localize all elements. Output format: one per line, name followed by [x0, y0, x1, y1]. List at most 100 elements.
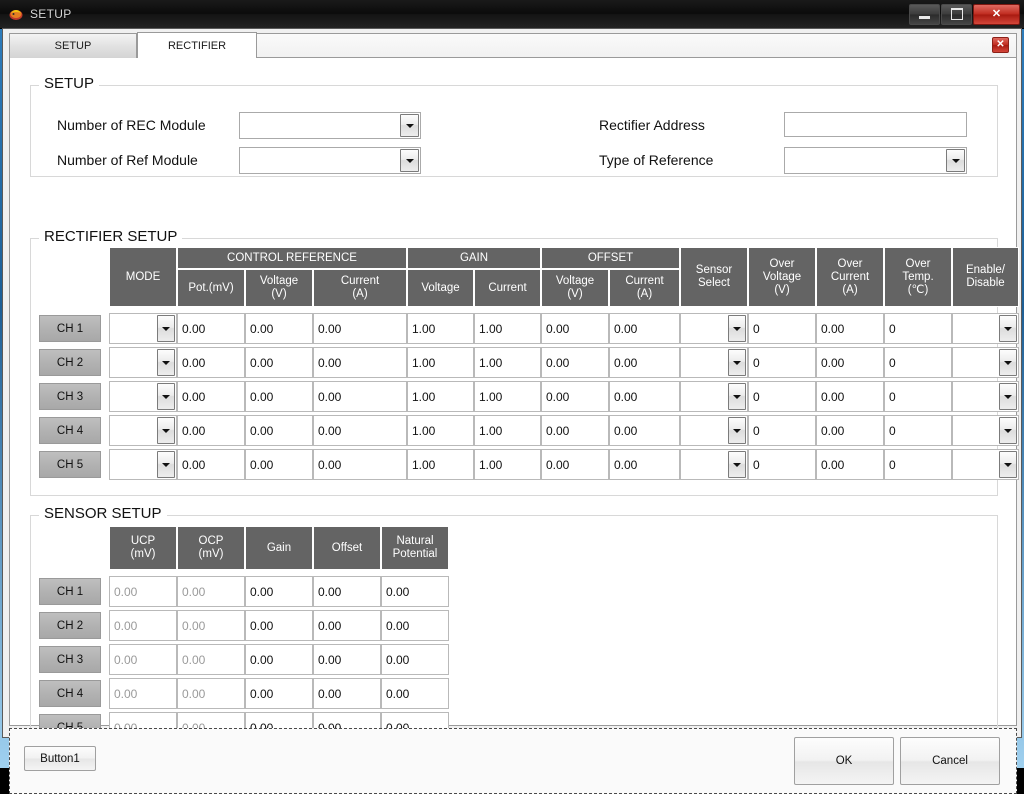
rectifier-row-1-channel-button[interactable]: CH 1	[39, 315, 101, 342]
rectifier-row-5-enable-select[interactable]	[952, 449, 1019, 480]
rectifier-row-5-off-voltage-input[interactable]: 0.00	[541, 449, 609, 480]
rectifier-row-1-pot-mv-input[interactable]: 0.00	[177, 313, 245, 344]
chevron-down-icon[interactable]	[157, 315, 175, 342]
rectifier-row-4-off-voltage-input[interactable]: 0.00	[541, 415, 609, 446]
rectifier-row-5-channel-button[interactable]: CH 5	[39, 451, 101, 478]
rectifier-row-4-channel-button[interactable]: CH 4	[39, 417, 101, 444]
sensor-row-1-ocp-input[interactable]: 0.00	[177, 576, 245, 607]
chevron-down-icon[interactable]	[157, 417, 175, 444]
sensor-row-2-ucp-input[interactable]: 0.00	[109, 610, 177, 641]
rectifier-row-1-cr-voltage-input[interactable]: 0.00	[245, 313, 313, 344]
rectifier-row-4-gain-current-input[interactable]: 1.00	[474, 415, 541, 446]
sensor-row-2-channel-button[interactable]: CH 2	[39, 612, 101, 639]
rectifier-row-2-mode-select[interactable]	[109, 347, 177, 378]
rectifier-row-5-gain-current-input[interactable]: 1.00	[474, 449, 541, 480]
rectifier-row-2-over-temp-input[interactable]: 0	[884, 347, 952, 378]
rectifier-row-2-over-voltage-input[interactable]: 0	[748, 347, 816, 378]
rectifier-row-5-over-current-input[interactable]: 0.00	[816, 449, 884, 480]
rectifier-row-2-cr-voltage-input[interactable]: 0.00	[245, 347, 313, 378]
sensor-row-4-ucp-input[interactable]: 0.00	[109, 678, 177, 709]
rectifier-row-4-over-temp-input[interactable]: 0	[884, 415, 952, 446]
rectifier-row-3-cr-current-input[interactable]: 0.00	[313, 381, 407, 412]
rectifier-row-5-cr-current-input[interactable]: 0.00	[313, 449, 407, 480]
rectifier-row-5-pot-mv-input[interactable]: 0.00	[177, 449, 245, 480]
rectifier-row-4-pot-mv-input[interactable]: 0.00	[177, 415, 245, 446]
sensor-row-4-offset-input[interactable]: 0.00	[313, 678, 381, 709]
chevron-down-icon[interactable]	[999, 383, 1017, 410]
rectifier-row-1-gain-current-input[interactable]: 1.00	[474, 313, 541, 344]
rectifier-row-3-pot-mv-input[interactable]: 0.00	[177, 381, 245, 412]
chevron-down-icon[interactable]	[728, 349, 746, 376]
tab-setup[interactable]: SETUP	[9, 33, 137, 58]
rectifier-row-3-enable-select[interactable]	[952, 381, 1019, 412]
sensor-row-1-ucp-input[interactable]: 0.00	[109, 576, 177, 607]
rectifier-row-4-mode-select[interactable]	[109, 415, 177, 446]
rectifier-row-3-off-voltage-input[interactable]: 0.00	[541, 381, 609, 412]
chevron-down-icon[interactable]	[946, 149, 965, 172]
chevron-down-icon[interactable]	[157, 349, 175, 376]
rectifier-row-5-over-voltage-input[interactable]: 0	[748, 449, 816, 480]
rectifier-row-3-over-current-input[interactable]: 0.00	[816, 381, 884, 412]
rectifier-row-1-enable-select[interactable]	[952, 313, 1019, 344]
chevron-down-icon[interactable]	[728, 315, 746, 342]
rectifier-row-1-gain-voltage-input[interactable]: 1.00	[407, 313, 474, 344]
rectifier-row-5-off-current-input[interactable]: 0.00	[609, 449, 680, 480]
sensor-row-4-ocp-input[interactable]: 0.00	[177, 678, 245, 709]
rectifier-row-1-off-current-input[interactable]: 0.00	[609, 313, 680, 344]
maximize-button[interactable]	[941, 3, 972, 25]
tab-close-icon[interactable]: ✕	[992, 37, 1009, 53]
rectifier-row-4-off-current-input[interactable]: 0.00	[609, 415, 680, 446]
rectifier-row-4-cr-voltage-input[interactable]: 0.00	[245, 415, 313, 446]
rectifier-row-1-over-temp-input[interactable]: 0	[884, 313, 952, 344]
minimize-button[interactable]	[909, 3, 940, 25]
rectifier-row-2-gain-voltage-input[interactable]: 1.00	[407, 347, 474, 378]
sensor-row-4-natural-potential-input[interactable]: 0.00	[381, 678, 449, 709]
sensor-row-1-natural-potential-input[interactable]: 0.00	[381, 576, 449, 607]
rectifier-row-2-over-current-input[interactable]: 0.00	[816, 347, 884, 378]
rectifier-address-input[interactable]	[784, 112, 967, 137]
rectifier-row-2-off-current-input[interactable]: 0.00	[609, 347, 680, 378]
rectifier-row-3-cr-voltage-input[interactable]: 0.00	[245, 381, 313, 412]
rectifier-row-1-off-voltage-input[interactable]: 0.00	[541, 313, 609, 344]
rectifier-row-4-gain-voltage-input[interactable]: 1.00	[407, 415, 474, 446]
type-of-reference-select[interactable]	[784, 147, 967, 174]
chevron-down-icon[interactable]	[400, 114, 419, 137]
sensor-row-2-ocp-input[interactable]: 0.00	[177, 610, 245, 641]
rectifier-row-5-gain-voltage-input[interactable]: 1.00	[407, 449, 474, 480]
sensor-row-3-channel-button[interactable]: CH 3	[39, 646, 101, 673]
sensor-row-4-gain-input[interactable]: 0.00	[245, 678, 313, 709]
rectifier-row-5-sensor-select-select[interactable]	[680, 449, 748, 480]
rectifier-row-2-enable-select[interactable]	[952, 347, 1019, 378]
rectifier-row-2-sensor-select-select[interactable]	[680, 347, 748, 378]
rectifier-row-3-mode-select[interactable]	[109, 381, 177, 412]
rectifier-row-2-channel-button[interactable]: CH 2	[39, 349, 101, 376]
sensor-row-3-ucp-input[interactable]: 0.00	[109, 644, 177, 675]
chevron-down-icon[interactable]	[728, 383, 746, 410]
sensor-row-3-offset-input[interactable]: 0.00	[313, 644, 381, 675]
rectifier-row-5-over-temp-input[interactable]: 0	[884, 449, 952, 480]
rectifier-row-2-pot-mv-input[interactable]: 0.00	[177, 347, 245, 378]
chevron-down-icon[interactable]	[999, 349, 1017, 376]
chevron-down-icon[interactable]	[999, 315, 1017, 342]
sensor-row-2-offset-input[interactable]: 0.00	[313, 610, 381, 641]
rectifier-row-3-over-temp-input[interactable]: 0	[884, 381, 952, 412]
rectifier-row-1-mode-select[interactable]	[109, 313, 177, 344]
rectifier-row-4-over-current-input[interactable]: 0.00	[816, 415, 884, 446]
chevron-down-icon[interactable]	[999, 417, 1017, 444]
number-of-rec-module-select[interactable]	[239, 112, 421, 139]
chevron-down-icon[interactable]	[728, 417, 746, 444]
ok-button[interactable]: OK	[794, 737, 894, 785]
chevron-down-icon[interactable]	[400, 149, 419, 172]
rectifier-row-4-enable-select[interactable]	[952, 415, 1019, 446]
rectifier-row-3-sensor-select-select[interactable]	[680, 381, 748, 412]
rectifier-row-4-over-voltage-input[interactable]: 0	[748, 415, 816, 446]
sensor-row-3-ocp-input[interactable]: 0.00	[177, 644, 245, 675]
rectifier-row-3-gain-voltage-input[interactable]: 1.00	[407, 381, 474, 412]
sensor-row-1-gain-input[interactable]: 0.00	[245, 576, 313, 607]
rectifier-row-2-gain-current-input[interactable]: 1.00	[474, 347, 541, 378]
sensor-row-2-natural-potential-input[interactable]: 0.00	[381, 610, 449, 641]
sensor-row-3-gain-input[interactable]: 0.00	[245, 644, 313, 675]
number-of-ref-module-select[interactable]	[239, 147, 421, 174]
button1-button[interactable]: Button1	[24, 746, 96, 771]
chevron-down-icon[interactable]	[157, 383, 175, 410]
